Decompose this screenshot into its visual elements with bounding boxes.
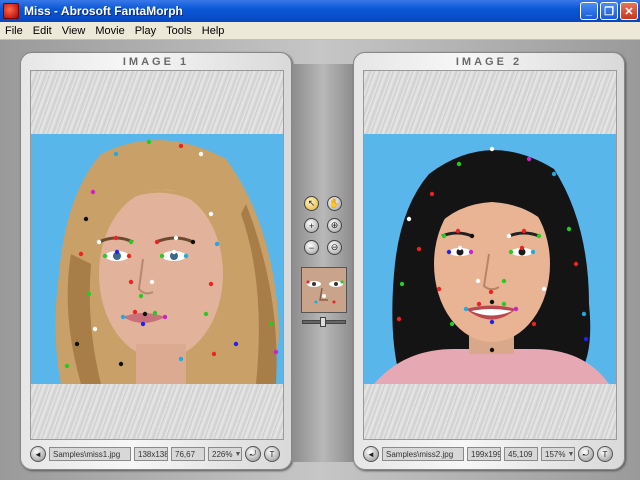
window-title: Miss - Abrosoft FantaMorph — [24, 4, 183, 18]
image2-size: 199x199 — [467, 447, 501, 461]
image2-statusbar: ◄ Samples\miss2.jpg 199x199 45,109 157% … — [363, 445, 617, 463]
image2-fit-button[interactable]: ⤾ — [578, 446, 594, 462]
minus-icon: − — [308, 242, 315, 253]
image1-coords: 76,67 — [171, 447, 205, 461]
image1-photo[interactable] — [31, 134, 283, 384]
morph-preview-thumbnail[interactable] — [301, 267, 347, 313]
image2-menu-button[interactable]: ◄ — [363, 446, 379, 462]
plus-icon: + — [308, 220, 315, 231]
pan-tool-button[interactable]: ✋ — [327, 196, 342, 211]
chevron-down-icon: ▼ — [234, 450, 242, 458]
image2-zoom-value: 157% — [545, 449, 566, 459]
image2-zoom-select[interactable]: 157% ▼ — [541, 447, 575, 461]
select-tool-button[interactable]: ↖ — [304, 196, 319, 211]
tool-column: ↖ ✋ + ⊕ − ⊖ — [292, 64, 354, 462]
workspace: IMAGE 1 ◄ Samples\miss1.jpg 138x138 76,6… — [0, 40, 640, 480]
window-controls: _ ❐ ✕ — [580, 2, 638, 20]
preview-slider-handle[interactable] — [320, 317, 327, 327]
close-button[interactable]: ✕ — [620, 2, 638, 20]
menu-bar: File Edit View Movie Play Tools Help — [0, 22, 640, 40]
image1-menu-button[interactable]: ◄ — [30, 446, 46, 462]
app-icon[interactable] — [3, 3, 19, 19]
image2-canvas[interactable] — [363, 70, 617, 440]
image1-statusbar: ◄ Samples\miss1.jpg 138x138 76,67 226% ▼… — [30, 445, 284, 463]
add-point-button[interactable]: + — [304, 218, 319, 233]
preview-slider[interactable] — [302, 317, 346, 327]
image2-title: IMAGE 2 — [455, 56, 523, 68]
menu-play[interactable]: Play — [130, 25, 161, 37]
menu-edit[interactable]: Edit — [28, 25, 57, 37]
image2-file: Samples\miss2.jpg — [382, 447, 464, 461]
image1-fit-button[interactable]: ⤾ — [245, 446, 261, 462]
pointer-icon: ↖ — [307, 198, 316, 208]
zoom-out-icon: ⊖ — [330, 242, 339, 252]
image2-coords: 45,109 — [504, 447, 538, 461]
chevron-down-icon: ▼ — [567, 450, 575, 458]
image1-canvas[interactable] — [30, 70, 284, 440]
image2-text-button[interactable]: T — [597, 446, 613, 462]
title-bar: Miss - Abrosoft FantaMorph _ ❐ ✕ — [0, 0, 640, 22]
image2-panel: IMAGE 2 ◄ Samples\miss2.jpg 199x199 45,1… — [353, 52, 625, 470]
image1-title: IMAGE 1 — [122, 56, 190, 68]
image1-zoom-select[interactable]: 226% ▼ — [208, 447, 242, 461]
image1-file: Samples\miss1.jpg — [49, 447, 131, 461]
image2-photo[interactable] — [364, 134, 616, 384]
zoom-out-button[interactable]: ⊖ — [327, 240, 342, 255]
menu-help[interactable]: Help — [197, 25, 230, 37]
image1-zoom-value: 226% — [212, 449, 233, 459]
menu-movie[interactable]: Movie — [90, 25, 129, 37]
minimize-button[interactable]: _ — [580, 2, 598, 20]
maximize-button[interactable]: ❐ — [600, 2, 618, 20]
menu-file[interactable]: File — [0, 25, 28, 37]
zoom-in-button[interactable]: ⊕ — [327, 218, 342, 233]
menu-tools[interactable]: Tools — [161, 25, 197, 37]
menu-view[interactable]: View — [57, 25, 91, 37]
image1-size: 138x138 — [134, 447, 168, 461]
image1-panel: IMAGE 1 ◄ Samples\miss1.jpg 138x138 76,6… — [20, 52, 292, 470]
zoom-in-icon: ⊕ — [330, 220, 339, 230]
remove-point-button[interactable]: − — [304, 240, 319, 255]
hand-icon: ✋ — [328, 198, 341, 208]
image1-text-button[interactable]: T — [264, 446, 280, 462]
